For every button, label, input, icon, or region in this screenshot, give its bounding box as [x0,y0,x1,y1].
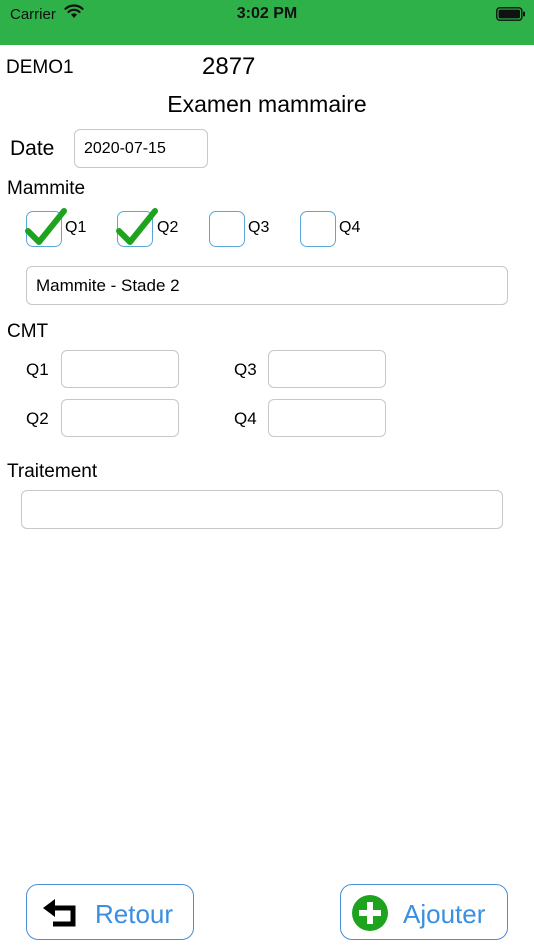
checkmark-icon [116,208,158,245]
return-arrow-icon [39,895,81,934]
date-field[interactable]: 2020-07-15 [74,129,208,168]
status-time: 3:02 PM [236,5,298,22]
status-bar: Carrier 3:02 PM [0,0,534,45]
checkmark-icon [25,208,67,245]
cmt-q1-field[interactable] [61,350,179,388]
cmt-q2-field[interactable] [61,399,179,437]
traitement-field[interactable] [21,490,503,529]
cmt-q1-label: Q1 [26,360,49,379]
cmt-q3-field[interactable] [268,350,386,388]
checkbox-q4-label: Q4 [339,219,361,236]
checkbox-q3-label: Q3 [248,219,270,236]
checkbox-q1[interactable] [25,208,67,247]
back-button-label: Retour [95,899,174,929]
checkbox-q2[interactable] [116,208,158,247]
plus-circle-icon [351,894,389,937]
cmt-q2-label: Q2 [26,409,49,428]
animal-id: DEMO1 [6,57,74,78]
mammite-label: Mammite [7,178,86,199]
mammite-stage-field[interactable]: Mammite - Stade 2 [26,266,508,305]
battery-icon [496,7,526,26]
add-button[interactable]: Ajouter [340,884,508,940]
page-title: Examen mammaire [167,91,367,117]
cmt-label: CMT [7,321,49,342]
checkbox-q2-label: Q2 [157,219,179,236]
back-button[interactable]: Retour [26,884,194,940]
add-button-label: Ajouter [403,899,486,929]
date-label: Date [10,137,55,160]
cmt-q4-field[interactable] [268,399,386,437]
checkbox-q1-label: Q1 [65,219,87,236]
checkbox-q3[interactable] [209,211,245,247]
checkbox-q4[interactable] [300,211,336,247]
traitement-label: Traitement [7,461,98,482]
cmt-q4-label: Q4 [234,409,257,428]
cmt-q3-label: Q3 [234,360,257,379]
animal-number: 2877 [202,53,256,80]
